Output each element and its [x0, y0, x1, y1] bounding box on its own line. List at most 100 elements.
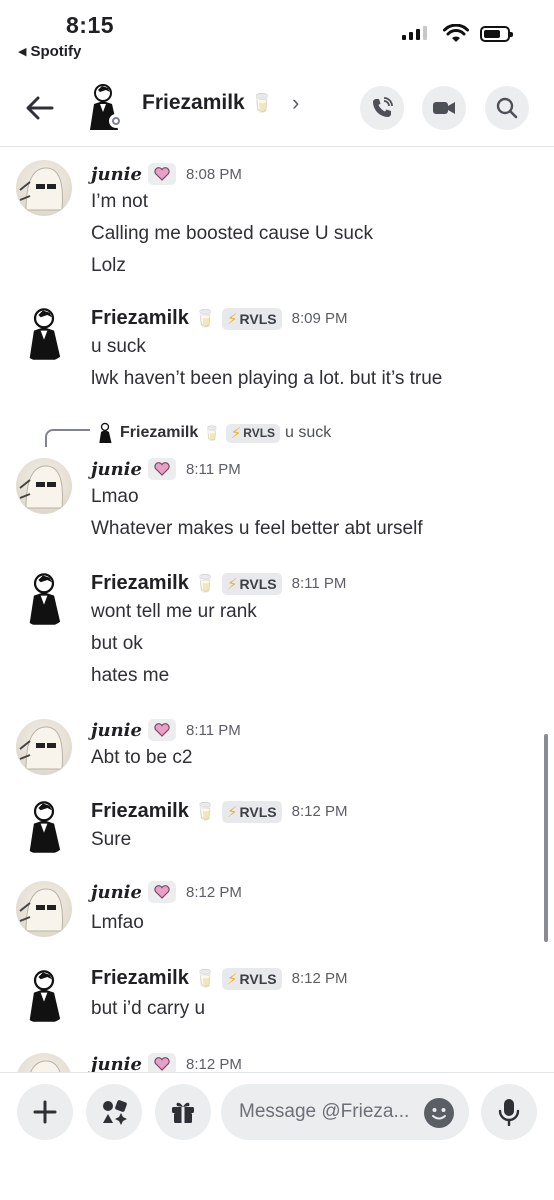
heart-icon — [147, 881, 176, 903]
composer-bar — [0, 1072, 554, 1200]
cellular-signal-icon — [402, 26, 427, 40]
user-avatar-friezamilk[interactable] — [16, 306, 72, 362]
apps-button[interactable] — [86, 1084, 142, 1140]
author-name[interactable]: junie — [91, 720, 142, 741]
video-camera-icon — [433, 102, 455, 114]
arrow-left-icon[interactable] — [24, 92, 56, 124]
chevron-right-icon[interactable]: › — [292, 90, 299, 116]
clan-tag[interactable]: ⚡ RVLS — [222, 307, 282, 330]
user-avatar-junie[interactable] — [16, 1053, 72, 1072]
author-name[interactable]: junie — [91, 882, 142, 903]
reply-preview[interactable]: Friezamilk 🥛 ⚡ RVLS u suck — [95, 422, 331, 444]
message-header: Friezamilk 🥛 ⚡ RVLS 8:09 PM — [91, 307, 348, 330]
chat-title[interactable]: Friezamilk 🥛 — [142, 91, 273, 115]
user-avatar-friezamilk[interactable] — [16, 571, 72, 627]
back-triangle-icon: ◀ — [18, 46, 27, 58]
message-header: junie 8:12 PM — [91, 1053, 242, 1072]
message-text: Lmfao — [91, 912, 144, 933]
message-text: but ok — [91, 633, 143, 654]
message-text: Whatever makes u feel better abt urself — [91, 518, 423, 539]
lightning-icon: ⚡ — [227, 803, 238, 821]
heart-icon — [147, 719, 176, 741]
message-header: Friezamilk 🥛 ⚡ RVLS 8:12 PM — [91, 800, 348, 823]
voice-message-button[interactable] — [481, 1084, 537, 1140]
message-list[interactable]: junie 8:08 PM I’m not Calling me boosted… — [0, 147, 554, 1072]
message-timestamp: 8:08 PM — [185, 165, 242, 183]
clan-tag-label: RVLS — [243, 426, 276, 440]
author-name[interactable]: Friezamilk — [91, 572, 189, 595]
heart-icon — [147, 458, 176, 480]
gift-icon — [172, 1102, 194, 1123]
message-timestamp: 8:09 PM — [291, 310, 348, 327]
user-avatar-friezamilk[interactable] — [16, 968, 72, 1024]
author-name[interactable]: junie — [91, 459, 142, 480]
message-timestamp: 8:12 PM — [291, 803, 348, 820]
milk-emoji: 🥛 — [194, 801, 216, 821]
message-text: u suck — [91, 336, 146, 357]
message-timestamp: 8:12 PM — [185, 883, 242, 901]
clan-tag: ⚡ RVLS — [225, 423, 281, 443]
clan-tag[interactable]: ⚡ RVLS — [222, 800, 282, 823]
lightning-icon: ⚡ — [227, 575, 238, 593]
clan-tag-label: RVLS — [239, 310, 277, 327]
video-call-button[interactable] — [422, 86, 466, 130]
milk-emoji: 🥛 — [203, 424, 221, 441]
message-header: Friezamilk 🥛 ⚡ RVLS 8:12 PM — [91, 967, 348, 990]
user-avatar-junie[interactable] — [16, 719, 72, 775]
message-timestamp: 8:12 PM — [291, 970, 348, 987]
clan-tag[interactable]: ⚡ RVLS — [222, 572, 282, 595]
scrollbar[interactable] — [544, 734, 548, 942]
battery-icon — [480, 26, 513, 42]
message-input[interactable] — [239, 1084, 419, 1140]
wifi-icon — [443, 24, 469, 42]
voice-call-button[interactable] — [360, 86, 404, 130]
reply-text: u suck — [285, 424, 332, 441]
message-text: Sure — [91, 829, 132, 850]
reply-author-name: Friezamilk — [120, 424, 199, 441]
user-avatar-junie[interactable] — [16, 160, 72, 216]
message-text: Lolz — [91, 255, 126, 276]
message-text: hates me — [91, 665, 170, 686]
status-bar: 8:15 ◀ Spotify — [0, 0, 554, 70]
add-attachment-button[interactable] — [17, 1084, 73, 1140]
lightning-icon: ⚡ — [230, 425, 242, 442]
message-input-box[interactable] — [221, 1084, 469, 1140]
search-icon — [496, 97, 518, 119]
message-timestamp: 8:12 PM — [185, 1055, 242, 1073]
apps-icon — [103, 1100, 127, 1125]
message-text: I’m not — [91, 191, 149, 212]
reply-author-avatar — [99, 422, 112, 443]
message-text: Lmao — [91, 486, 139, 507]
clan-tag-label: RVLS — [239, 575, 277, 592]
lightning-icon: ⚡ — [227, 970, 238, 988]
author-name[interactable]: Friezamilk — [91, 967, 189, 990]
author-name[interactable]: junie — [91, 1054, 142, 1073]
message-header: junie 8:11 PM — [91, 458, 241, 480]
user-avatar-friezamilk[interactable] — [16, 799, 72, 855]
author-name[interactable]: Friezamilk — [91, 800, 189, 823]
reply-connector — [45, 429, 90, 447]
message-header: junie 8:08 PM — [91, 163, 242, 185]
clan-tag[interactable]: ⚡ RVLS — [222, 967, 282, 990]
user-avatar-junie[interactable] — [16, 881, 72, 937]
message-timestamp: 8:11 PM — [185, 460, 241, 478]
message-timestamp: 8:11 PM — [291, 575, 347, 592]
emoji-icon[interactable] — [424, 1098, 454, 1128]
milk-emoji: 🥛 — [194, 968, 216, 988]
lightning-icon: ⚡ — [227, 310, 238, 328]
gift-button[interactable] — [155, 1084, 211, 1140]
user-avatar-junie[interactable] — [16, 458, 72, 514]
milk-emoji: 🥛 — [194, 308, 216, 328]
message-text: but i’d carry u — [91, 998, 206, 1019]
microphone-icon — [498, 1099, 520, 1126]
chat-header: Friezamilk 🥛 › — [0, 70, 554, 147]
heart-icon — [147, 1053, 176, 1072]
back-to-app-link[interactable]: ◀ Spotify — [18, 43, 81, 60]
message-header: Friezamilk 🥛 ⚡ RVLS 8:11 PM — [91, 572, 346, 595]
message-header: junie 8:12 PM — [91, 881, 242, 903]
author-name[interactable]: Friezamilk — [91, 307, 189, 330]
clan-tag-label: RVLS — [239, 803, 277, 820]
chat-title-text: Friezamilk — [142, 91, 245, 114]
author-name[interactable]: junie — [91, 164, 142, 185]
search-button[interactable] — [485, 86, 529, 130]
